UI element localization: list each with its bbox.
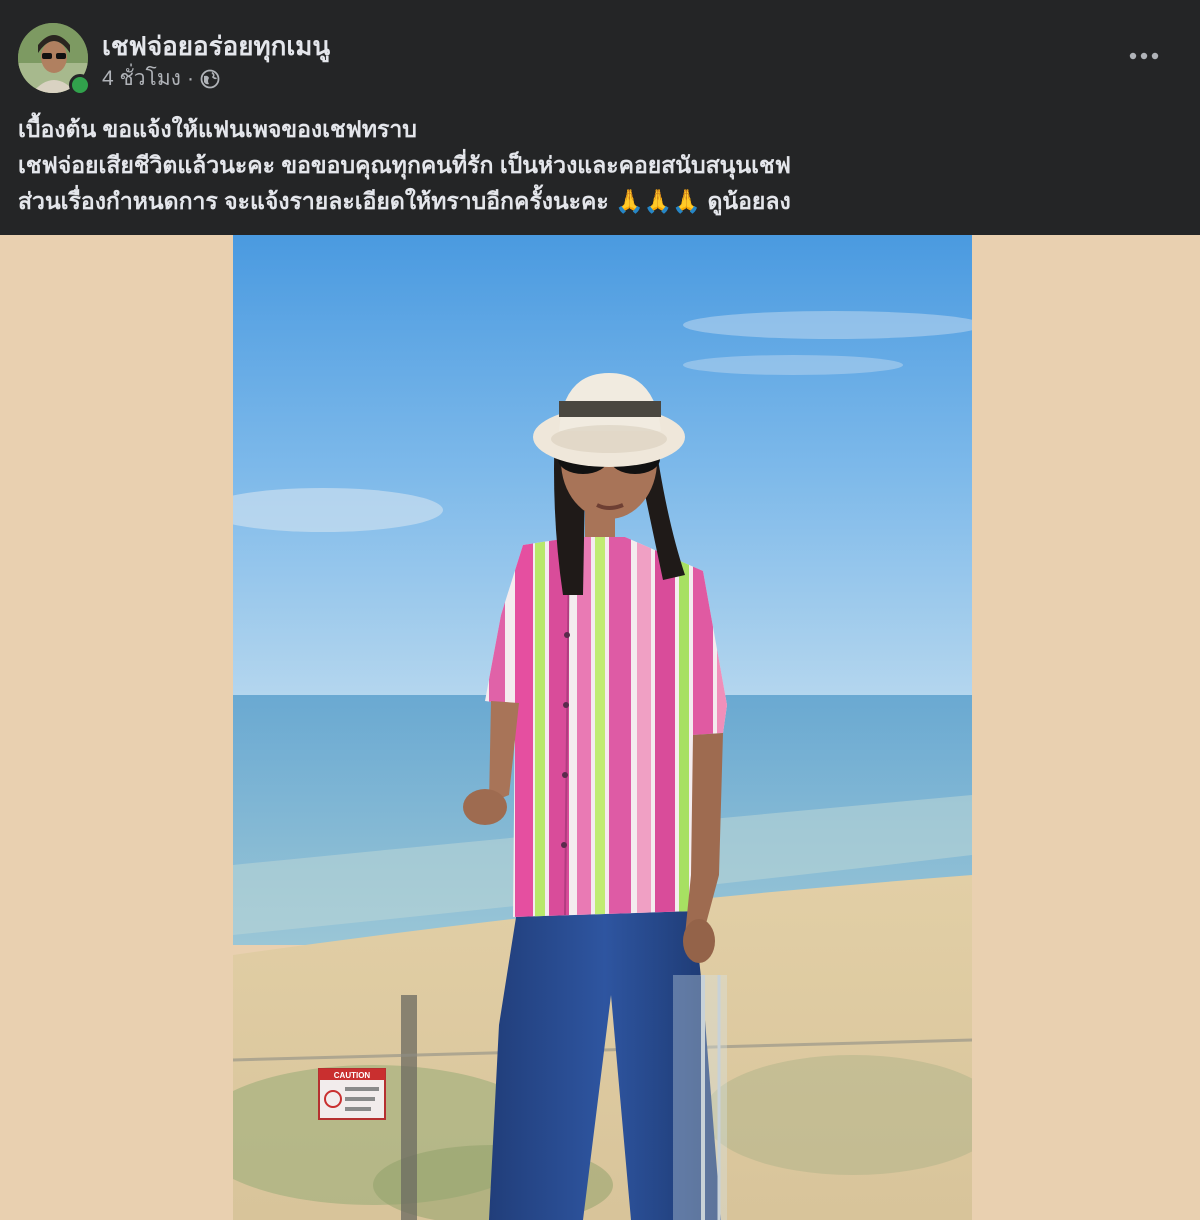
post-text-line: ส่วนเรื่องกำหนดการ จะแจ้งรายละเอียดให้ทร… (18, 188, 791, 214)
post-text-line: เชฟจ่อยเสียชีวิตแล้วนะคะ ขอขอบคุณทุกคนที… (18, 152, 791, 178)
post-header: เชฟจ่อยอร่อยทุกเมนู 4 ชั่วโมง · เบื้องต้… (0, 0, 1200, 235)
more-options-icon (1129, 52, 1159, 60)
caution-sign-text: CAUTION (334, 1071, 371, 1080)
post-photo[interactable]: CAUTION (233, 235, 972, 1220)
globe-icon[interactable] (200, 69, 220, 89)
post-text-line: เบื้องต้น ขอแจ้งให้แฟนเพจของเชฟทราบ (18, 116, 417, 142)
page-name-link[interactable]: เชฟจ่อยอร่อยทุกเมนู (102, 26, 330, 67)
online-status-dot (69, 74, 91, 96)
post-timestamp[interactable]: 4 ชั่วโมง (102, 62, 181, 95)
post-text: เบื้องต้น ขอแจ้งให้แฟนเพจของเชฟทราบ เชฟจ… (18, 111, 1178, 219)
meta-separator: · (186, 66, 194, 90)
person-right-hand (683, 919, 715, 963)
more-options-button[interactable] (1126, 38, 1162, 74)
photo-area: CAUTION (0, 235, 1200, 1220)
person-left-hand (463, 789, 507, 825)
post-meta: 4 ชั่วโมง · (102, 62, 220, 95)
